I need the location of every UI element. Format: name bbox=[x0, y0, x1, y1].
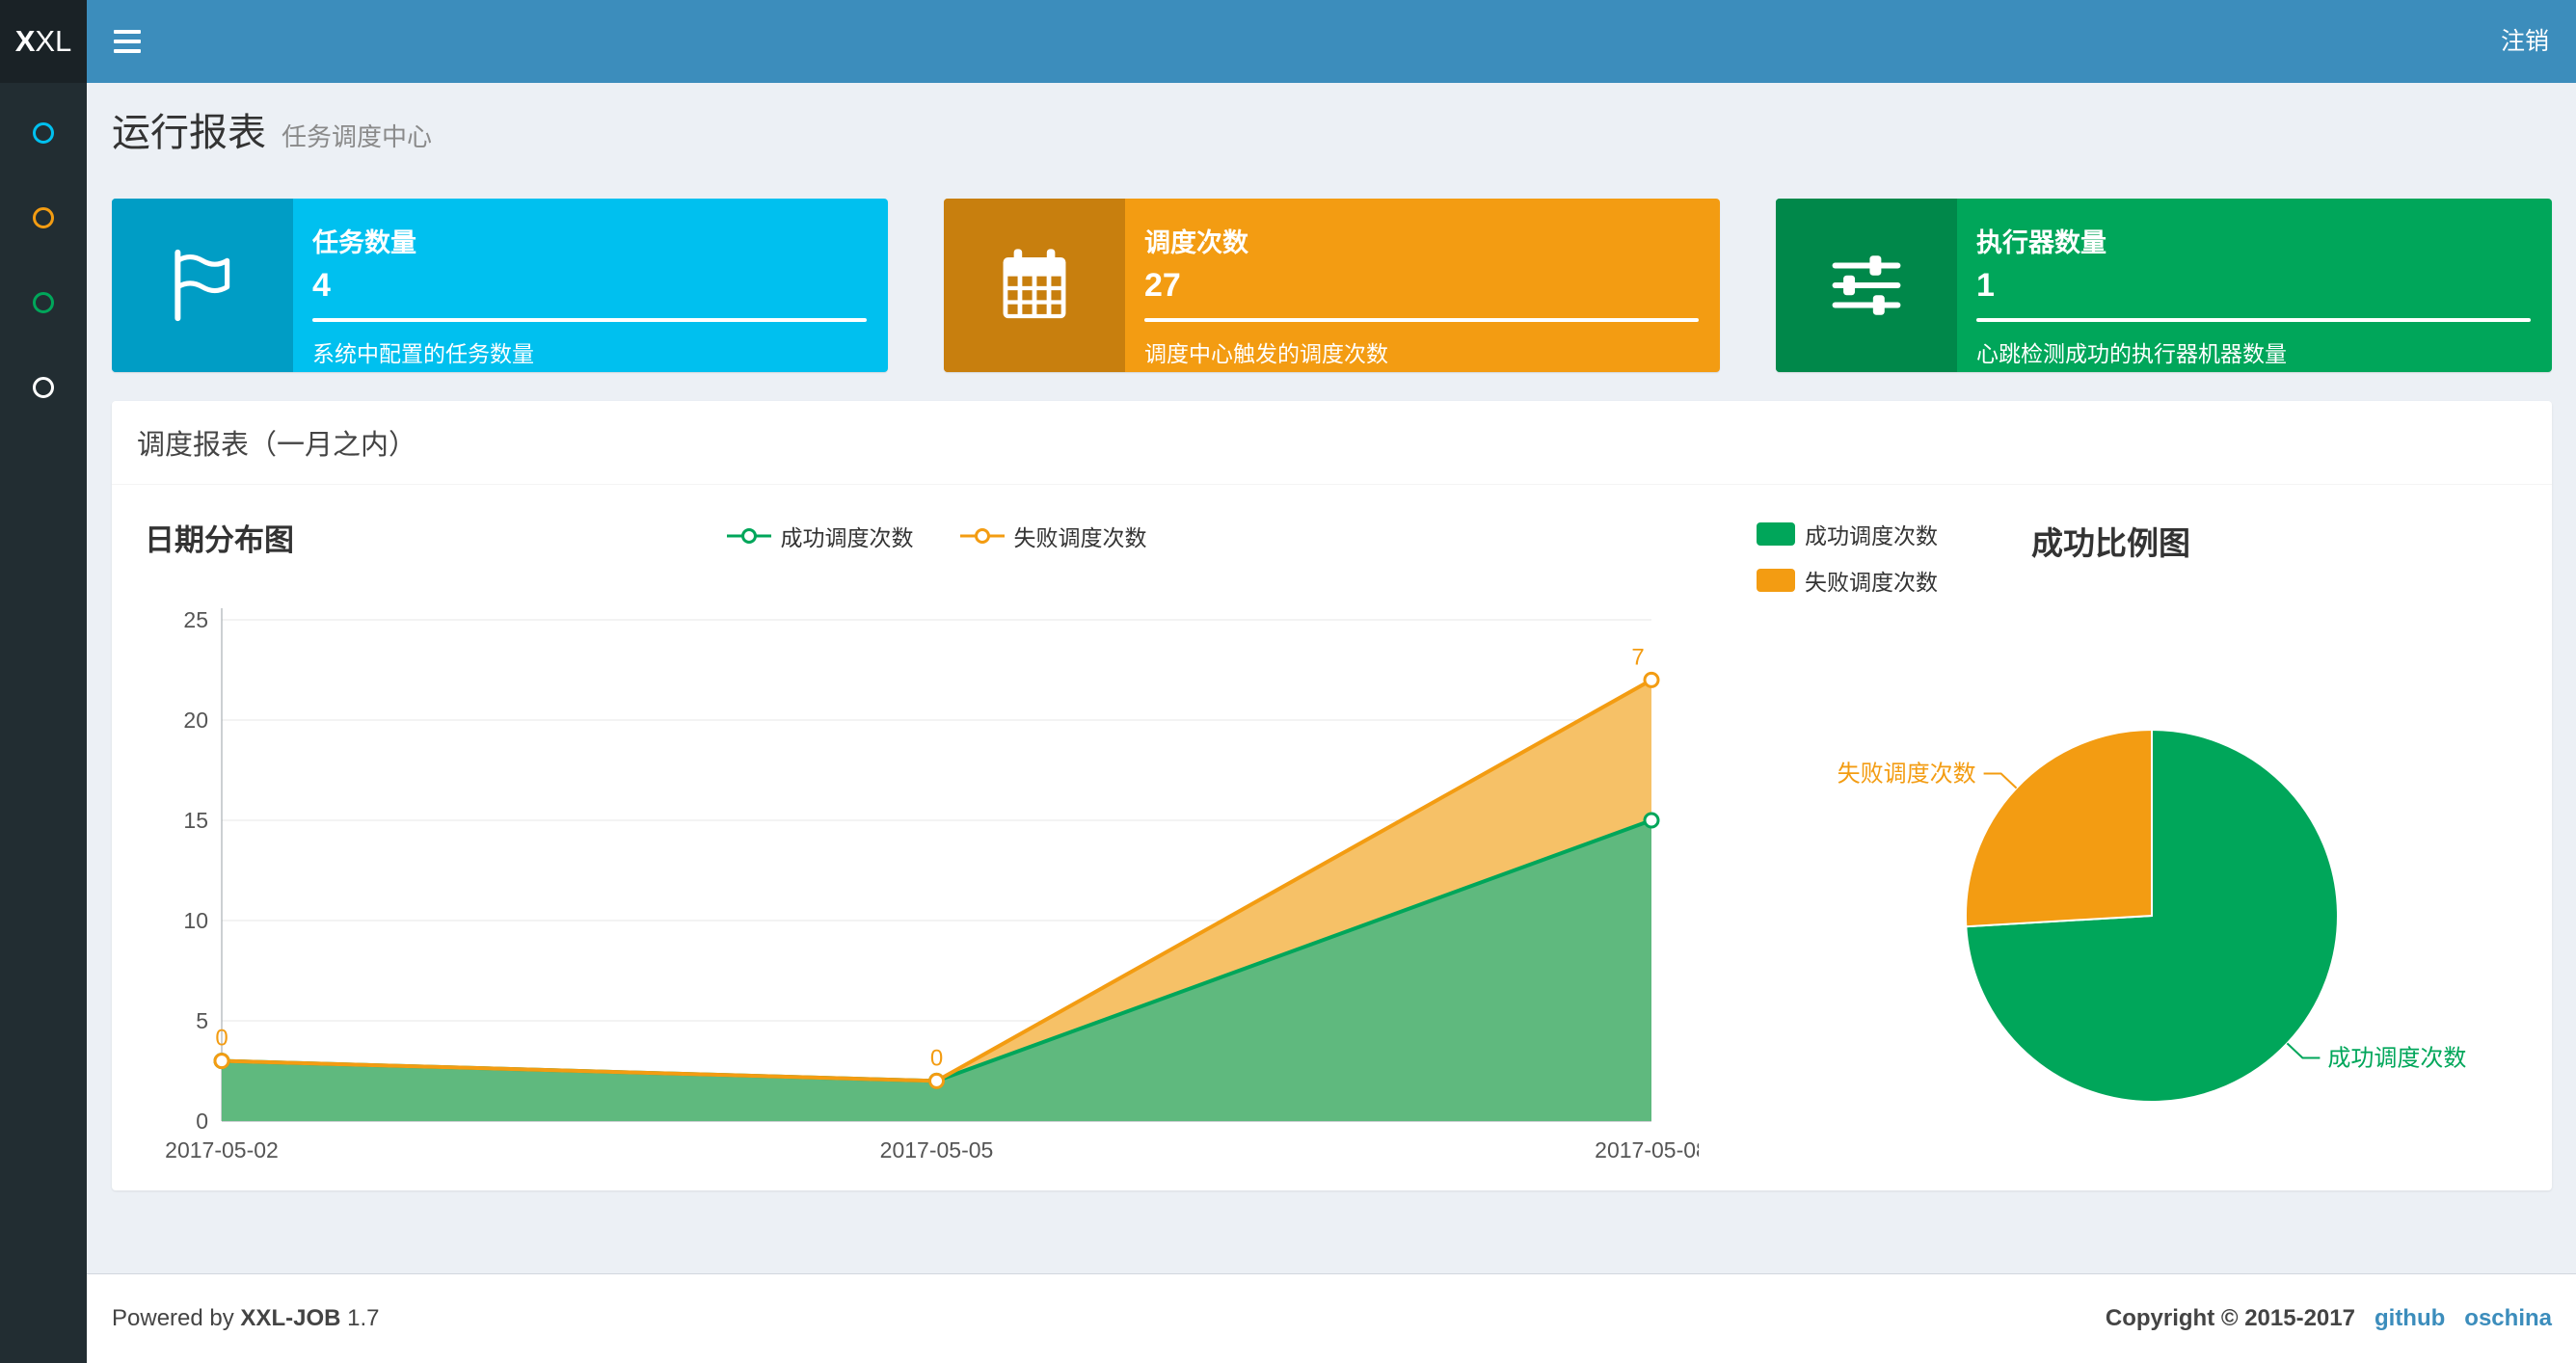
sliders-icon bbox=[1832, 255, 1901, 315]
sidebar-item-2[interactable] bbox=[0, 175, 87, 260]
top-navbar: X XL 注销 bbox=[0, 0, 2576, 83]
report-panel-title: 调度报表（一月之内） bbox=[112, 401, 2552, 485]
circle-icon bbox=[33, 122, 54, 144]
card-divider bbox=[1976, 318, 2531, 322]
circle-icon bbox=[33, 377, 54, 398]
circle-icon bbox=[33, 207, 54, 228]
card-value: 4 bbox=[312, 267, 331, 304]
card-value: 27 bbox=[1144, 267, 1181, 304]
powered-by-text: Powered by XXL-JOB 1.7 bbox=[112, 1305, 380, 1331]
report-panel: 调度报表（一月之内） 日期分布图 成功调度次数 失败调度次数 0 5 10 15… bbox=[112, 401, 2552, 1190]
card-title: 调度次数 bbox=[1144, 228, 1248, 257]
svg-text:成功调度次数: 成功调度次数 bbox=[2327, 1046, 2466, 1072]
card-title: 执行器数量 bbox=[1976, 228, 2106, 257]
summary-cards: 任务数量 4 系统中配置的任务数量 调度次数 27 调度中心触发的调度次数 执行… bbox=[112, 199, 2552, 372]
page-subtitle: 任务调度中心 bbox=[282, 122, 433, 151]
date-distribution-chart-area: 日期分布图 成功调度次数 失败调度次数 0 5 10 15 20 25 2017… bbox=[137, 504, 1699, 1179]
svg-text:失败调度次数: 失败调度次数 bbox=[1838, 761, 1976, 787]
hamburger-icon bbox=[114, 30, 141, 53]
card-description: 系统中配置的任务数量 bbox=[312, 341, 534, 366]
job-count-card: 任务数量 4 系统中配置的任务数量 bbox=[112, 199, 888, 372]
logo-text-rest: XL bbox=[35, 24, 72, 58]
svg-text:7: 7 bbox=[1631, 644, 1644, 670]
copyright-text: Copyright © 2015-2017 bbox=[2105, 1305, 2355, 1331]
svg-text:2017-05-02: 2017-05-02 bbox=[165, 1137, 279, 1163]
page-title: 运行报表 任务调度中心 bbox=[112, 108, 2551, 162]
card-value: 1 bbox=[1976, 267, 1995, 304]
card-description: 调度中心触发的调度次数 bbox=[1144, 341, 1388, 366]
svg-text:15: 15 bbox=[183, 808, 208, 833]
trigger-count-card: 调度次数 27 调度中心触发的调度次数 bbox=[944, 199, 1720, 372]
card-divider bbox=[1144, 318, 1699, 322]
svg-text:2017-05-05: 2017-05-05 bbox=[880, 1137, 994, 1163]
card-description: 心跳检测成功的执行器机器数量 bbox=[1976, 341, 2287, 366]
success-ratio-chart-area: 成功调度次数 失败调度次数 成功比例图 成功调度次数 失败调度次数 bbox=[1699, 504, 2527, 1179]
sidebar-toggle-button[interactable] bbox=[87, 0, 168, 83]
executor-count-card: 执行器数量 1 心跳检测成功的执行器机器数量 bbox=[1776, 199, 2552, 372]
svg-text:0: 0 bbox=[196, 1109, 208, 1134]
card-title: 任务数量 bbox=[312, 228, 416, 257]
logo-text-bold: X bbox=[14, 24, 36, 58]
success-ratio-pie-chart[interactable]: 成功调度次数 失败调度次数 bbox=[1699, 504, 2527, 1179]
circle-icon bbox=[33, 292, 54, 313]
svg-text:0: 0 bbox=[215, 1026, 228, 1052]
navbar: 注销 bbox=[87, 0, 2576, 83]
sidebar-item-3[interactable] bbox=[0, 260, 87, 345]
date-distribution-chart[interactable]: 05101520252017-05-02 2017-05-05 2017-05-08… bbox=[137, 504, 1699, 1179]
svg-text:25: 25 bbox=[183, 607, 208, 632]
sidebar-item-4[interactable] bbox=[0, 345, 87, 430]
svg-text:10: 10 bbox=[183, 908, 208, 933]
logout-link[interactable]: 注销 bbox=[2474, 0, 2576, 83]
footer: Powered by XXL-JOB 1.7 Copyright © 2015-… bbox=[87, 1273, 2576, 1363]
sidebar-item-1[interactable] bbox=[0, 91, 87, 175]
flag-icon bbox=[174, 249, 230, 322]
content-area: 运行报表 任务调度中心 任务数量 4 系统中配置的任务数量 调度次数 27 调度… bbox=[87, 83, 2576, 1273]
svg-text:20: 20 bbox=[183, 708, 208, 733]
app-logo[interactable]: X XL bbox=[0, 0, 87, 83]
card-divider bbox=[312, 318, 867, 322]
oschina-link[interactable]: oschina bbox=[2464, 1274, 2552, 1362]
calendar-icon bbox=[1003, 249, 1066, 319]
svg-text:2017-05-08: 2017-05-08 bbox=[1595, 1137, 1699, 1163]
github-link[interactable]: github bbox=[2375, 1274, 2445, 1362]
sidebar bbox=[0, 83, 87, 1363]
svg-text:0: 0 bbox=[930, 1045, 943, 1071]
svg-text:5: 5 bbox=[196, 1008, 208, 1033]
